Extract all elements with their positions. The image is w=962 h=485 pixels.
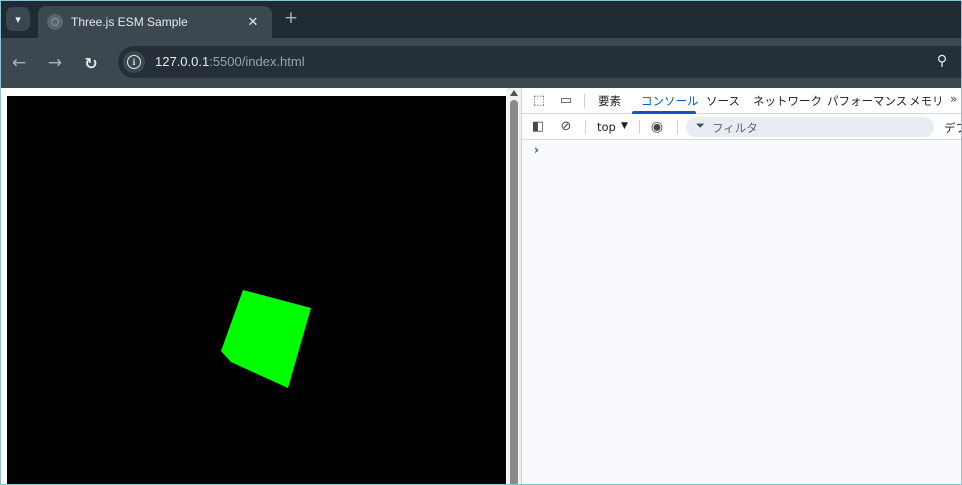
divider: [639, 120, 640, 134]
zoom-icon[interactable]: ⚲: [933, 53, 951, 71]
page-viewport: [1, 88, 521, 484]
devtools-panel: ⬚ ▭ 要素 コンソール ソース ネットワーク パフォーマンス メモリ » ◧ …: [521, 88, 961, 484]
devtools-tabbar: ⬚ ▭ 要素 コンソール ソース ネットワーク パフォーマンス メモリ »: [522, 88, 961, 114]
tab-network[interactable]: ネットワーク: [753, 93, 822, 109]
filter-input[interactable]: ⏷ フィルタ: [686, 117, 934, 137]
more-tabs-icon[interactable]: »: [950, 92, 957, 106]
scroll-thumb[interactable]: [510, 100, 518, 484]
browser-toolbar: ← → ↻ i 127.0.0.1:5500/index.html ⚲: [1, 38, 961, 88]
favicon-icon: [47, 14, 63, 30]
context-selector[interactable]: top: [597, 120, 616, 134]
chevron-down-icon[interactable]: ▼: [621, 121, 628, 131]
tab-console[interactable]: コンソール: [641, 93, 699, 109]
tab-performance[interactable]: パフォーマンス: [827, 93, 907, 109]
log-levels-dropdown[interactable]: デフ: [944, 120, 961, 136]
url-path: :5500/index.html: [209, 54, 305, 69]
tab-title: Three.js ESM Sample: [71, 15, 188, 29]
reload-icon[interactable]: ↻: [79, 51, 103, 75]
url-text[interactable]: 127.0.0.1:5500/index.html: [155, 54, 305, 69]
scroll-up-icon[interactable]: [510, 90, 518, 96]
webgl-canvas[interactable]: [7, 96, 506, 484]
page-scrollbar[interactable]: [507, 88, 521, 484]
divider: [585, 120, 586, 134]
url-host: 127.0.0.1: [155, 54, 210, 69]
tab-strip: ▾ Three.js ESM Sample ✕ +: [1, 1, 961, 38]
tab-elements[interactable]: 要素: [598, 93, 621, 109]
live-expression-eye-icon[interactable]: ◉: [649, 119, 665, 135]
sidebar-toggle-icon[interactable]: ◧: [530, 119, 546, 135]
tab-memory[interactable]: メモリ: [909, 93, 944, 109]
browser-tab[interactable]: Three.js ESM Sample ✕: [38, 6, 272, 38]
device-toolbar-icon[interactable]: ▭: [558, 93, 574, 109]
divider: [677, 120, 678, 134]
divider: [584, 94, 585, 108]
back-arrow-icon[interactable]: ←: [7, 51, 31, 75]
forward-arrow-icon[interactable]: →: [43, 51, 67, 75]
clear-console-icon[interactable]: ⊘: [558, 119, 574, 135]
filter-placeholder: フィルタ: [712, 121, 758, 135]
filter-icon: ⏷: [696, 119, 705, 132]
site-info-icon[interactable]: i: [123, 51, 145, 73]
console-toolbar: ◧ ⊘ top ▼ ◉ ⏷ フィルタ デフ: [522, 114, 961, 140]
green-cube: [221, 290, 311, 388]
cube-face: [221, 290, 311, 388]
close-icon[interactable]: ✕: [244, 13, 262, 31]
address-bar[interactable]: i 127.0.0.1:5500/index.html ⚲: [118, 46, 961, 78]
console-prompt[interactable]: ›: [534, 143, 539, 157]
new-tab-icon[interactable]: +: [282, 9, 300, 27]
inspect-element-icon[interactable]: ⬚: [531, 93, 547, 109]
browser-window: ▾ Three.js ESM Sample ✕ + ← → ↻ i 127.0.…: [0, 0, 962, 485]
tab-sources[interactable]: ソース: [706, 93, 740, 109]
tab-search-icon[interactable]: ▾: [6, 7, 30, 31]
